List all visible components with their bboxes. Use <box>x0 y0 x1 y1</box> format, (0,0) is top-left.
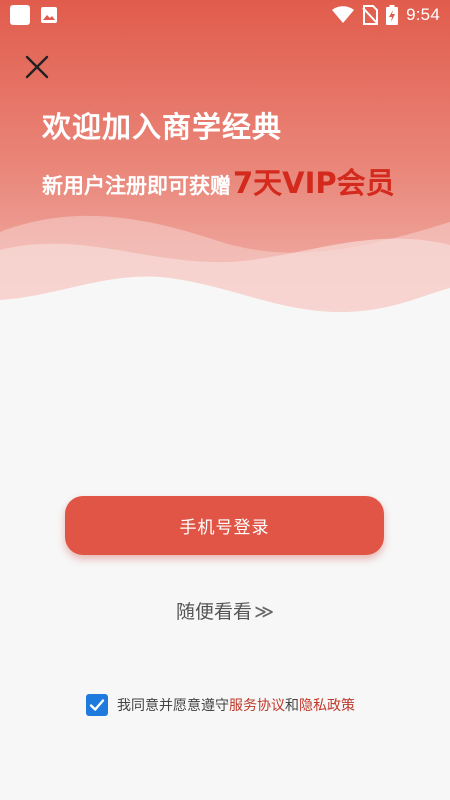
browse-link[interactable]: 随便看看 ≫ <box>0 597 450 624</box>
agreement-joiner: 和 <box>285 698 299 714</box>
close-button[interactable] <box>22 52 52 82</box>
privacy-policy-link[interactable]: 隐私政策 <box>299 695 355 715</box>
no-sim-icon <box>362 5 379 25</box>
double-chevron-right-icon: ≫ <box>254 601 274 623</box>
agreement-row: 我同意并愿意遵守 服务协议和隐私政策 <box>86 694 355 716</box>
page-title: 欢迎加入商学经典 <box>42 110 283 144</box>
app-square-icon <box>10 5 30 25</box>
login-screen: 9:54 欢迎加入商学经典 新用户注册即可获赠 7天VIP会员 手机号登录 随便… <box>0 0 450 800</box>
close-icon <box>25 55 49 79</box>
image-icon <box>41 7 57 23</box>
status-bar: 9:54 <box>0 0 450 30</box>
promo-highlight-text: 7天VIP会员 <box>233 166 395 200</box>
clock-time: 9:54 <box>406 5 440 24</box>
agreement-prefix: 我同意并愿意遵守 <box>117 698 229 714</box>
promo-lead-text: 新用户注册即可获赠 <box>42 174 231 198</box>
phone-login-button[interactable]: 手机号登录 <box>65 496 384 555</box>
promo-subtitle: 新用户注册即可获赠 7天VIP会员 <box>42 160 395 202</box>
browse-label: 随便看看 <box>176 601 253 623</box>
checkmark-icon <box>89 699 105 711</box>
battery-charging-icon <box>386 5 399 25</box>
agreement-checkbox[interactable] <box>86 694 108 716</box>
service-agreement-link[interactable]: 服务协议 <box>229 695 285 715</box>
wifi-icon <box>332 6 355 23</box>
